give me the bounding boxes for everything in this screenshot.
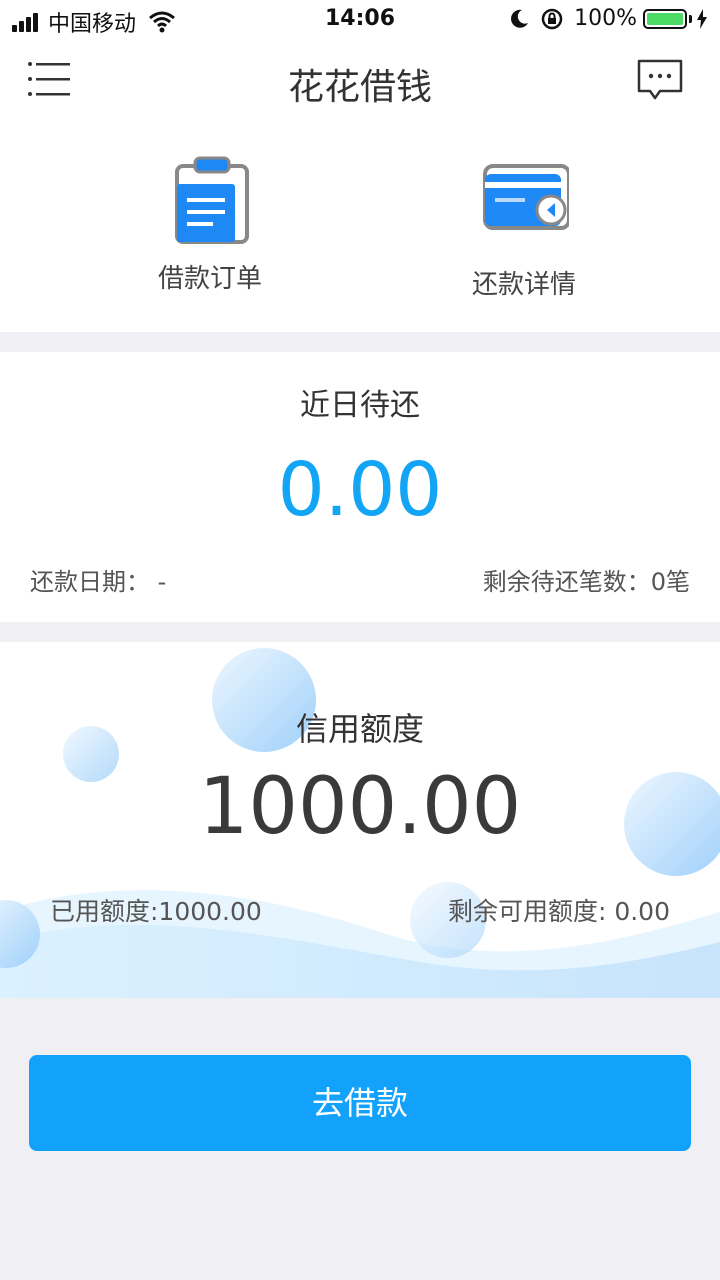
repayment-details-button[interactable]: 还款详情 (424, 160, 624, 301)
due-card: 近日待还 0.00 还款日期： - 剩余待还笔数：0笔 (0, 352, 720, 622)
due-title: 近日待还 (300, 388, 420, 423)
remaining-credit: 剩余可用额度: 0.00 (447, 897, 670, 926)
borrow-button[interactable]: 去借款 (29, 1055, 691, 1151)
clipboard-icon (175, 156, 249, 244)
message-icon[interactable] (636, 58, 684, 102)
credit-title: 信用额度 (295, 710, 424, 748)
used-credit: 已用额度:1000.00 (50, 897, 262, 926)
battery-percent: 100% (574, 6, 637, 31)
repayment-date: 还款日期： - (30, 568, 167, 596)
page-title: 花花借钱 (287, 67, 432, 108)
status-right: 100% (508, 6, 708, 31)
credit-card: 信用额度 1000.00 已用额度:1000.00 剩余可用额度: 0.00 (0, 642, 720, 998)
repayment-details-label: 还款详情 (471, 270, 576, 300)
moon-icon (511, 9, 529, 28)
card-return-icon (483, 164, 569, 230)
status-bar: 中国移动 14:06 100% (0, 0, 720, 40)
loan-orders-label: 借款订单 (157, 264, 262, 294)
loan-orders-button[interactable]: 借款订单 (110, 154, 310, 295)
rotation-lock-icon (541, 8, 563, 29)
charging-icon (697, 8, 707, 29)
credit-amount: 1000.00 (198, 762, 522, 852)
battery-icon (643, 8, 692, 29)
quick-actions: 借款订单 还款详情 (0, 124, 720, 332)
nav-bar: 花花借钱 (0, 40, 720, 124)
remaining-count: 剩余待还笔数：0笔 (482, 568, 690, 596)
due-amount: 0.00 (277, 447, 443, 533)
